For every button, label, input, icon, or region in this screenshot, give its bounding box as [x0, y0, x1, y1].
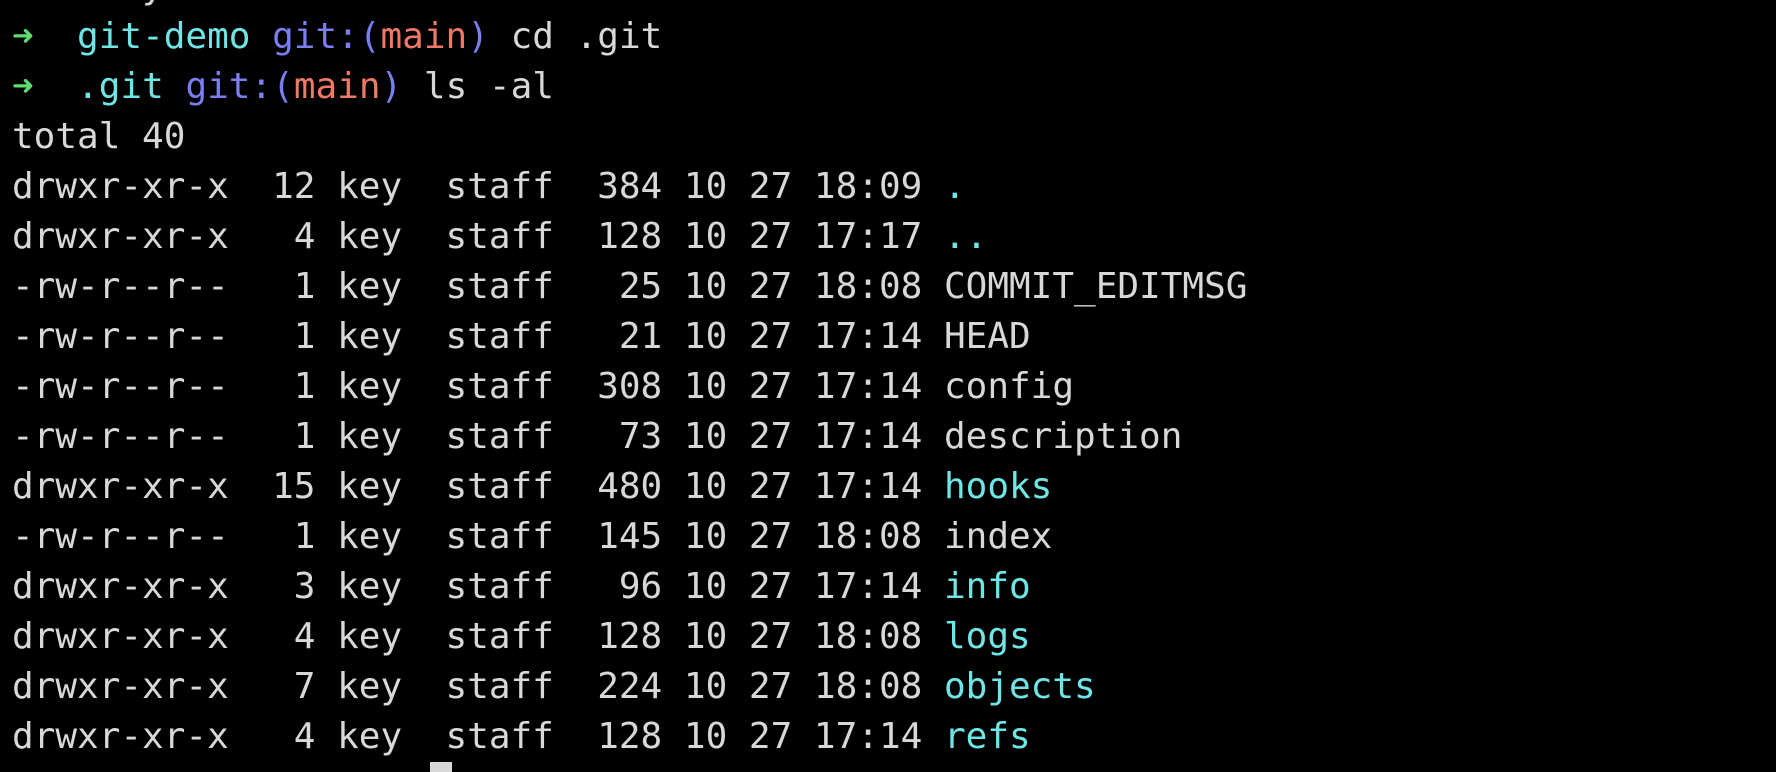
entry-meta: drwxr-xr-x 4 key staff 128 10 27 18:08 — [12, 616, 944, 657]
listing-row: -rw-r--r-- 1 key staff 25 10 27 18:08 CO… — [12, 262, 1247, 312]
entry-meta: -rw-r--r-- 1 key staff 73 10 27 17:14 — [12, 416, 944, 457]
listing-row: -rw-r--r-- 1 key staff 145 10 27 18:08 i… — [12, 512, 1052, 562]
git-suffix: ) — [380, 66, 403, 107]
command-text: cd .git — [510, 16, 663, 57]
git-suffix: ) — [467, 16, 489, 57]
listing-row: drwxr-xr-x 15 key staff 480 10 27 17:14 … — [12, 462, 1052, 512]
entry-name: objects — [943, 666, 1096, 707]
git-branch: main — [293, 66, 381, 107]
entry-name: config — [943, 366, 1075, 407]
text-cursor — [430, 762, 452, 772]
entry-meta: drwxr-xr-x 7 key staff 224 10 27 18:08 — [12, 666, 944, 707]
listing-row: drwxr-xr-x 4 key staff 128 10 27 18:08 l… — [12, 612, 1031, 662]
git-branch: main — [380, 16, 468, 57]
command-text: ls -al — [423, 66, 554, 107]
entry-meta: -rw-r--r-- 1 key staff 21 10 27 17:14 — [12, 316, 944, 357]
entry-name: COMMIT_EDITMSG — [943, 266, 1248, 307]
listing-row: drwxr-xr-x 4 key staff 128 10 27 17:14 r… — [12, 712, 1031, 762]
entry-meta: -rw-r--r-- 1 key staff 145 10 27 18:08 — [12, 516, 944, 557]
entry-name: HEAD — [943, 316, 1031, 357]
terminal-window[interactable]: y r r r r r ➜ git-demo git:(main) cd .gi… — [0, 0, 1776, 772]
prompt-line-cd: ➜ git-demo git:(main) cd .git — [12, 12, 662, 62]
entry-name: description — [943, 416, 1183, 457]
listing-total: total 40 — [12, 116, 186, 157]
partial-output-line: y r r r r r — [12, 0, 1031, 12]
prompt-arrow-icon: ➜ — [12, 16, 34, 57]
listing-row: drwxr-xr-x 4 key staff 128 10 27 17:17 .… — [12, 212, 987, 262]
entry-meta: drwxr-xr-x 4 key staff 128 10 27 17:14 — [12, 716, 944, 757]
prompt-cwd: .git — [77, 66, 164, 107]
prompt-arrow-icon: ➜ — [12, 66, 34, 107]
entry-meta: -rw-r--r-- 1 key staff 308 10 27 17:14 — [12, 366, 944, 407]
listing-row: -rw-r--r-- 1 key staff 21 10 27 17:14 HE… — [12, 312, 1031, 362]
listing-row: drwxr-xr-x 12 key staff 384 10 27 18:09 … — [12, 162, 966, 212]
entry-meta: drwxr-xr-x 15 key staff 480 10 27 17:14 — [12, 466, 944, 507]
listing-row: -rw-r--r-- 1 key staff 308 10 27 17:14 c… — [12, 362, 1074, 412]
git-prefix: git:( — [272, 16, 381, 57]
entry-name: index — [943, 516, 1053, 557]
entry-meta: drwxr-xr-x 3 key staff 96 10 27 17:14 — [12, 566, 944, 607]
entry-name: .. — [943, 216, 988, 257]
entry-name: . — [943, 166, 966, 207]
entry-name: logs — [943, 616, 1031, 657]
entry-name: hooks — [943, 466, 1053, 507]
git-prefix: git:( — [185, 66, 294, 107]
entry-meta: -rw-r--r-- 1 key staff 25 10 27 18:08 — [12, 266, 944, 307]
prompt-line-ls: ➜ .git git:(main) ls -al — [12, 62, 554, 112]
listing-row: drwxr-xr-x 7 key staff 224 10 27 18:08 o… — [12, 662, 1096, 712]
entry-name: refs — [943, 716, 1031, 757]
entry-name: info — [943, 566, 1031, 607]
entry-meta: drwxr-xr-x 4 key staff 128 10 27 17:17 — [12, 216, 944, 257]
prompt-cwd: git-demo — [77, 16, 251, 57]
entry-meta: drwxr-xr-x 12 key staff 384 10 27 18:09 — [12, 166, 944, 207]
listing-row: drwxr-xr-x 3 key staff 96 10 27 17:14 in… — [12, 562, 1031, 612]
listing-row: -rw-r--r-- 1 key staff 73 10 27 17:14 de… — [12, 412, 1182, 462]
